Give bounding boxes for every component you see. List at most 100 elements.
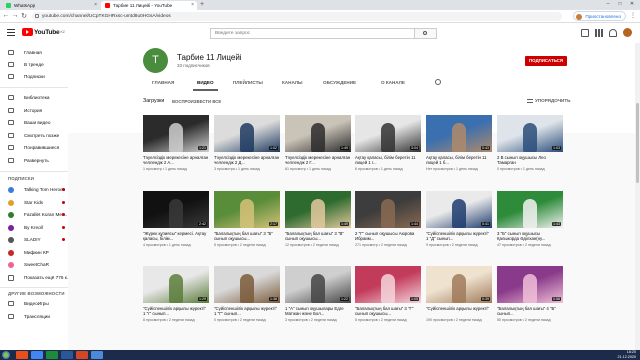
reload-icon[interactable]: ↻ <box>20 12 28 20</box>
video-title[interactable]: Ақтау қаласы, білім беретін 11 лицей 1 г… <box>355 155 421 166</box>
video-card[interactable]: 1:21 Тәуелсіздік мерекесіне арналған челл… <box>143 115 209 171</box>
video-title[interactable]: Ақтау қаласы, білім беретін 11 лицей 1 б… <box>426 155 492 166</box>
sidebar-item[interactable]: Понравившиеся <box>0 142 68 153</box>
video-thumbnail[interactable]: 1:21 <box>143 115 209 152</box>
subscription-item[interactable]: SweetChaR <box>0 259 68 270</box>
sidebar-item[interactable]: Развернуть <box>0 155 68 166</box>
tab-4[interactable]: КАНАЛЫ <box>282 80 303 85</box>
account-avatar[interactable] <box>623 28 632 37</box>
video-title[interactable]: "Балалықтың бал шағы" 3 "Г" сынып оқушыс… <box>355 306 421 317</box>
close-tab-icon[interactable]: × <box>191 2 194 8</box>
system-tray-clock[interactable]: 18:20 21.12.2020 <box>618 350 636 360</box>
video-card[interactable]: 1:49 Тәуелсіздік мерекесіне арналған челл… <box>285 115 351 171</box>
taskbar-app-icon[interactable] <box>76 351 88 359</box>
video-thumbnail[interactable]: 0:43 <box>426 115 492 152</box>
video-card[interactable]: 1:49 "Балалықтың бал шағы" 3 "В" сынып оқ… <box>285 191 351 247</box>
tab-6[interactable]: О КАНАЛЕ <box>381 80 405 85</box>
video-thumbnail[interactable]: 1:38 <box>214 266 280 303</box>
video-thumbnail[interactable]: 1:05 <box>355 266 421 303</box>
video-card[interactable]: 3:04 Ақтау қаласы, білім беретін 11 лицей… <box>355 115 421 171</box>
video-title[interactable]: Тәуелсіздік мерекесіне арналған челлендж… <box>143 155 209 166</box>
sidebar-item[interactable]: История <box>0 105 68 116</box>
video-title[interactable]: "Сүйіспеншілік арқылы жүректі" 1 "Д" сын… <box>426 231 492 242</box>
channel-search-icon[interactable] <box>435 79 441 85</box>
taskbar-app-icon[interactable] <box>61 351 73 359</box>
video-title[interactable]: "Сүйіспеншілік арқылы жүректі" 1 "г" сын… <box>143 306 209 317</box>
video-title[interactable]: 1 "А" сынып оқушылары Едге Матжан және Б… <box>285 306 351 317</box>
browser-menu-icon[interactable]: ⋮ <box>630 12 636 19</box>
video-title[interactable]: "Жүрек құпиясы" кермесі. Ақтау қаласы, б… <box>143 231 209 242</box>
sidebar-item[interactable]: ВидеоИгры <box>0 298 68 309</box>
search-button[interactable] <box>415 28 437 39</box>
video-card[interactable]: 1:22 1 "А" сынып оқушылары Едге Матжан жә… <box>285 266 351 322</box>
video-thumbnail[interactable]: 0:58 <box>497 266 563 303</box>
sort-button[interactable]: УПОРЯДОЧИТЬ <box>527 98 570 103</box>
sidebar-item[interactable]: В тренде <box>0 59 68 70</box>
video-thumbnail[interactable]: 0:39 <box>426 266 492 303</box>
tab-2[interactable]: ВИДЕО <box>193 80 217 91</box>
video-card[interactable]: 0:41 "Сүйіспеншілік арқылы жүректі" 1 "Д"… <box>426 191 492 247</box>
taskbar-app-icon[interactable] <box>16 351 28 359</box>
browser-tab-whatsapp[interactable]: WhatsApp × <box>2 1 100 10</box>
start-button[interactable] <box>2 351 10 359</box>
video-card[interactable]: 0:58 "Балалықтың бал шағы" 4 "Б" сынып...… <box>497 266 563 322</box>
video-card[interactable]: 1:03 2 В сынып оқушысы Лео Тамарган 0 прос… <box>497 115 563 171</box>
back-icon[interactable]: ← <box>2 12 10 19</box>
sidebar-item[interactable]: Ваши видео <box>0 117 68 128</box>
tab-3[interactable]: ПЛЕЙЛИСТЫ <box>233 80 263 85</box>
scrollbar-thumb[interactable] <box>636 103 639 183</box>
video-thumbnail[interactable]: 1:43 <box>497 191 563 228</box>
subscription-item[interactable]: Показать ещё 776 к... <box>0 272 68 283</box>
video-title[interactable]: "Балалықтың бал шағы" 3 "Б" сынып оқушыс… <box>214 231 280 242</box>
video-card[interactable]: 2:42 "Жүрек құпиясы" кермесі. Ақтау қалас… <box>143 191 209 247</box>
youtube-logo[interactable]: YouTube KZ <box>22 28 65 36</box>
video-thumbnail[interactable]: 0:41 <box>426 191 492 228</box>
video-title[interactable]: "Балалықтың бал шағы" 4 "Б" сынып... <box>497 306 563 317</box>
video-thumbnail[interactable]: 3:04 <box>355 115 421 152</box>
video-card[interactable]: 0:39 "Сүйіспеншілік арқылы жүректі" 190 пр… <box>426 266 492 322</box>
sidebar-item[interactable]: Библиотека <box>0 92 68 103</box>
video-thumbnail[interactable]: 1:49 <box>285 115 351 152</box>
video-title[interactable]: 3 "Б" сынып оқушысы Қалыкорда Әділхан(ну… <box>497 231 563 242</box>
page-scrollbar[interactable] <box>635 43 640 350</box>
search-input[interactable]: Введите запрос <box>210 28 415 39</box>
apps-icon[interactable] <box>595 28 603 37</box>
video-title[interactable]: "Сүйіспеншілік арқылы жүректі" 1 "Г" сын… <box>214 306 280 317</box>
notifications-icon[interactable] <box>609 28 617 37</box>
create-video-icon[interactable] <box>581 28 589 37</box>
video-thumbnail[interactable]: 1:29 <box>143 266 209 303</box>
close-tab-icon[interactable]: × <box>94 2 97 8</box>
subscription-item[interactable]: Star Kids <box>0 197 68 208</box>
video-thumbnail[interactable]: 2:42 <box>143 191 209 228</box>
video-title[interactable]: 2 "Г" сынып оқушысы Аюрова Ибраим... <box>355 231 421 242</box>
video-title[interactable]: Тәуелсіздік мерекесіне арналған челлендж… <box>285 155 351 166</box>
video-thumbnail[interactable]: 1:44 <box>355 191 421 228</box>
video-thumbnail[interactable]: 1:02 <box>214 115 280 152</box>
subscription-item[interactable]: SLADIY <box>0 234 68 245</box>
video-thumbnail[interactable]: 1:22 <box>285 266 351 303</box>
subscribe-button[interactable]: ПОДПИСАТЬСЯ <box>525 56 567 66</box>
video-title[interactable]: "Балалықтың бал шағы" 3 "В" сынып оқушыс… <box>285 231 351 242</box>
taskbar-app-icon[interactable] <box>31 351 43 359</box>
subscription-item[interactable]: Fazallet Kuran Mer... <box>0 209 68 220</box>
url-field[interactable]: youtube.com/channel/UCpTKGHRxsc-umtd8u0H… <box>32 12 562 21</box>
video-card[interactable]: 1:43 3 "Б" сынып оқушысы Қалыкорда Әділха… <box>497 191 563 247</box>
channel-avatar[interactable]: T <box>143 48 168 73</box>
video-thumbnail[interactable]: 1:49 <box>285 191 351 228</box>
subscription-item[interactable]: Мифкин КР <box>0 247 68 258</box>
video-title[interactable]: 2 В сынып оқушысы Лео Тамарган <box>497 155 563 166</box>
menu-icon[interactable] <box>7 29 15 36</box>
subscription-item[interactable]: By Kreoll <box>0 222 68 233</box>
browser-tab-youtube[interactable]: Тарбие 11 Лицейі - YouTube × <box>101 1 197 10</box>
tab-1[interactable]: ГЛАВНАЯ <box>152 80 174 85</box>
sidebar-item[interactable]: Главная <box>0 47 68 58</box>
subscription-item[interactable]: Talking Tom Heroes <box>0 184 68 195</box>
video-card[interactable]: 1:44 2 "Г" сынып оқушысы Аюрова Ибраим...… <box>355 191 421 247</box>
video-card[interactable]: 0:43 Ақтау қаласы, білім беретін 11 лицей… <box>426 115 492 171</box>
play-all-button[interactable]: ВОСПРОИЗВЕСТИ ВСЕ <box>172 99 221 104</box>
sidebar-item[interactable]: Смотреть позже <box>0 130 68 141</box>
taskbar-app-icon[interactable] <box>91 351 103 359</box>
video-title[interactable]: "Сүйіспеншілік арқылы жүректі" <box>426 306 492 317</box>
taskbar-app-icon[interactable] <box>46 351 58 359</box>
maximize-icon[interactable]: □ <box>614 0 626 9</box>
